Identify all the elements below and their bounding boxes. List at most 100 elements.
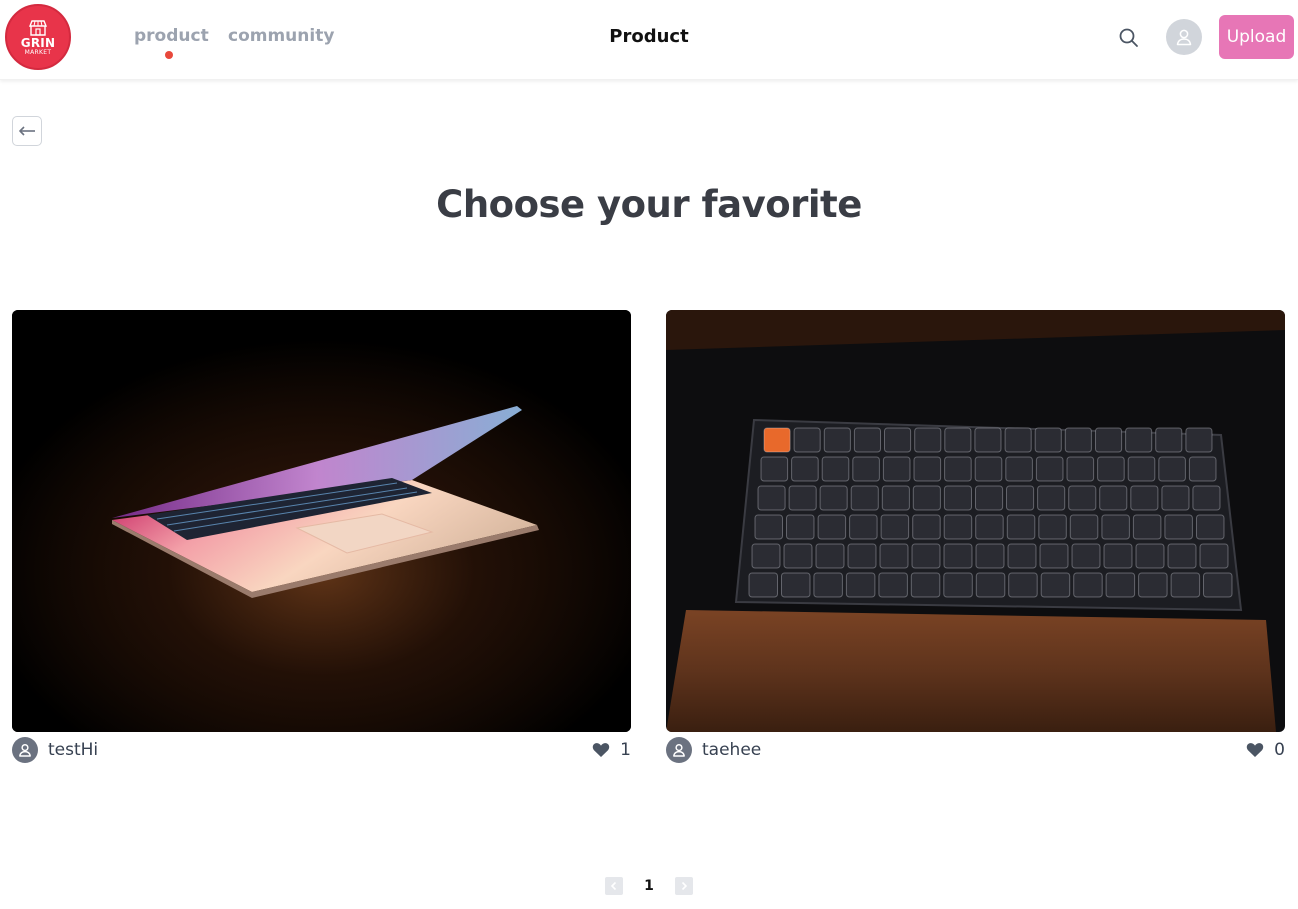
keycap [1130, 485, 1159, 511]
keycap [1101, 514, 1130, 540]
keycap [1073, 572, 1103, 598]
user-icon [673, 744, 685, 757]
keycap [786, 514, 815, 540]
page-number-current[interactable]: 1 [623, 878, 675, 894]
search-button[interactable] [1116, 25, 1142, 51]
keycap [1068, 485, 1097, 511]
keycap [1006, 514, 1036, 540]
keycap [813, 572, 843, 598]
keycap [880, 514, 910, 540]
keycap [1006, 485, 1035, 511]
keycap [757, 485, 786, 511]
next-page-button[interactable] [675, 877, 693, 895]
keycap [1185, 427, 1213, 453]
logo-sub-text: MARKET [24, 49, 52, 56]
upload-button[interactable]: Upload [1219, 15, 1294, 59]
search-icon [1119, 28, 1138, 47]
product-card[interactable]: testHi 1 [12, 310, 631, 768]
keycap [975, 485, 1004, 511]
keycap [1040, 572, 1071, 598]
keycap [821, 456, 850, 482]
author-info[interactable]: testHi [12, 737, 98, 763]
keycap [1138, 572, 1168, 598]
user-icon [1176, 29, 1192, 46]
keycap [1105, 572, 1136, 598]
keycap [943, 572, 973, 598]
keycap [911, 543, 941, 569]
keycap [882, 456, 911, 482]
keycap [1103, 543, 1133, 569]
keycap [1158, 456, 1186, 482]
keycap [1127, 456, 1156, 482]
like-button[interactable]: 0 [1246, 740, 1285, 760]
main-heading: Choose your favorite [436, 183, 862, 226]
product-image-laptop[interactable] [12, 310, 631, 732]
author-avatar [666, 737, 692, 763]
like-count: 1 [620, 740, 631, 760]
keycap [1099, 485, 1128, 511]
keycap [1005, 456, 1033, 482]
keycap [763, 427, 791, 453]
keycap [943, 485, 972, 511]
keycap [849, 514, 878, 540]
keycap [1039, 543, 1069, 569]
keycap [975, 543, 1005, 569]
keycap [1170, 572, 1201, 598]
keycap [791, 456, 819, 482]
product-image-keyboard[interactable] [666, 310, 1285, 732]
keycap [781, 572, 811, 598]
keycap [1066, 456, 1095, 482]
keycap [748, 572, 778, 598]
keycap [1008, 572, 1038, 598]
keycap [1037, 485, 1066, 511]
keycap [1196, 514, 1225, 540]
keycap [1167, 543, 1197, 569]
nav-active-indicator [165, 51, 173, 59]
keycap [793, 427, 821, 453]
keycap [1164, 514, 1193, 540]
product-meta: testHi 1 [12, 732, 631, 768]
keycap [975, 572, 1006, 598]
profile-avatar-button[interactable] [1166, 19, 1202, 55]
product-meta: taehee 0 [666, 732, 1285, 768]
like-button[interactable]: 1 [592, 740, 631, 760]
keycap [1161, 485, 1190, 511]
keycap [943, 543, 973, 569]
heart-icon [592, 743, 610, 757]
keycap [1069, 514, 1099, 540]
keycap [1132, 514, 1162, 540]
keycap [1155, 427, 1183, 453]
author-info[interactable]: taehee [666, 737, 761, 763]
like-count: 0 [1274, 740, 1285, 760]
keycap [823, 427, 851, 453]
keycap [815, 543, 845, 569]
keycap [1007, 543, 1037, 569]
keycap [912, 514, 941, 540]
chevron-left-icon [610, 881, 617, 891]
keycap [1203, 572, 1233, 598]
keycap [912, 485, 941, 511]
back-button[interactable] [12, 116, 42, 146]
keycap [1035, 456, 1064, 482]
keycap [845, 572, 876, 598]
heart-icon [1246, 743, 1264, 757]
keycap [878, 572, 908, 598]
keycap [754, 514, 783, 540]
keycap [879, 543, 909, 569]
keycap [1004, 427, 1032, 453]
keycap [910, 572, 941, 598]
keycap [1135, 543, 1165, 569]
arrow-left-icon [19, 126, 35, 136]
product-card[interactable]: taehee 0 [666, 310, 1285, 768]
user-icon [19, 744, 31, 757]
page-title: Product [609, 26, 689, 47]
keycap [850, 485, 879, 511]
keycap [1038, 514, 1067, 540]
keycap [751, 543, 781, 569]
author-name: taehee [702, 740, 762, 760]
keycap [1034, 427, 1062, 453]
keycap [817, 514, 847, 540]
prev-page-button[interactable] [605, 877, 623, 895]
keycap [913, 456, 942, 482]
keycap [881, 485, 910, 511]
